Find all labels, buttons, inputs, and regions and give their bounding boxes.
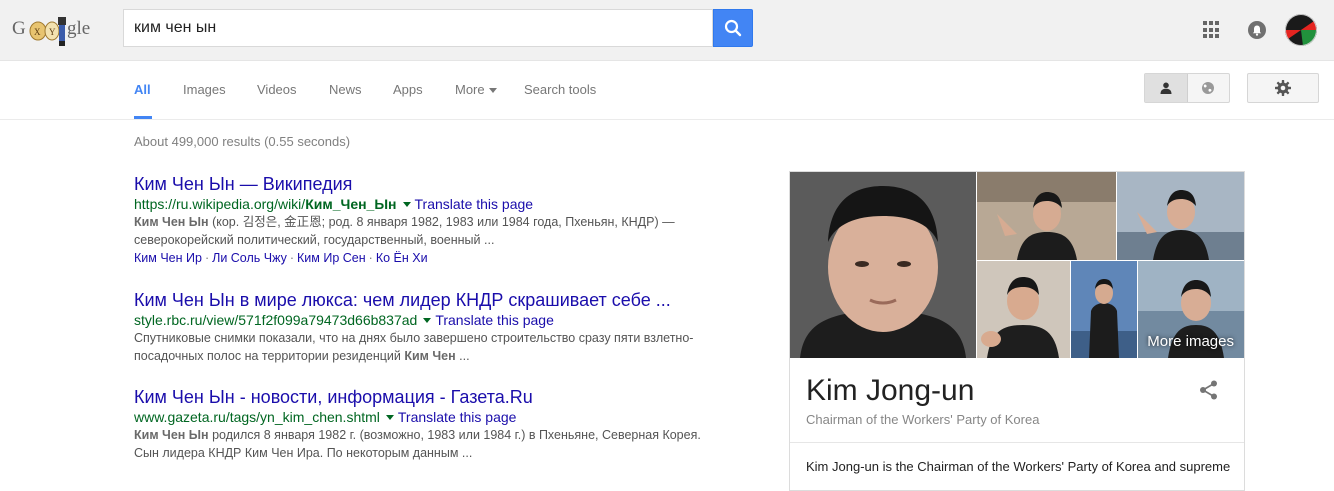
snippet-text: Спутниковые снимки показали, что на днях… <box>134 331 694 345</box>
tab-more[interactable]: More <box>455 82 497 97</box>
snippet-text-2: Сын лидера КНДР Ким Чен Ира. По некоторы… <box>134 446 473 460</box>
knowledge-panel-main-photo[interactable] <box>790 172 976 358</box>
result-title-link[interactable]: Ким Чен Ын - новости, информация - Газет… <box>134 386 774 408</box>
globe-icon <box>1202 82 1215 94</box>
sitelink[interactable]: Ким Ир Сен <box>297 251 366 265</box>
search-tabs: All Images Videos News Apps More Search … <box>0 61 1334 120</box>
tab-more-label: More <box>455 82 485 97</box>
caret-down-icon[interactable] <box>385 414 394 420</box>
doodle-logo[interactable]: G X Y gle <box>12 14 104 48</box>
result-url-text: style.rbc.ru/view/571f2f099a79473d66b837… <box>134 312 418 328</box>
sitelink[interactable]: Ли Соль Чжу <box>212 251 287 265</box>
result-url: www.gazeta.ru/tags/yn_kim_chen.shtml Tran… <box>134 408 774 426</box>
caret-down-icon[interactable] <box>402 201 411 207</box>
separator: · <box>289 251 295 265</box>
personal-results-toggle <box>1144 73 1230 103</box>
top-bar: G X Y gle <box>0 0 1334 61</box>
separator: · <box>204 251 210 265</box>
snippet-end: ... <box>455 349 470 363</box>
snippet-text: родился 8 января 1982 г. (возможно, 1983… <box>208 428 701 442</box>
search-box[interactable] <box>123 9 713 47</box>
settings-button[interactable] <box>1247 73 1319 103</box>
result-url-text: www.gazeta.ru/tags/yn_kim_chen.shtml <box>134 409 380 425</box>
tab-images[interactable]: Images <box>183 82 226 97</box>
chevron-down-icon <box>488 88 497 94</box>
more-images-label[interactable]: More images <box>1147 333 1234 350</box>
tab-news[interactable]: News <box>329 82 362 97</box>
translate-link[interactable]: Translate this page <box>398 409 517 425</box>
search-input[interactable] <box>124 10 684 46</box>
result-title-link[interactable]: Ким Чен Ын в мире люкса: чем лидер КНДР … <box>134 289 774 311</box>
global-results-button[interactable] <box>1188 74 1230 102</box>
svg-text:X: X <box>34 27 41 37</box>
divider <box>790 442 1244 443</box>
caret-down-icon[interactable] <box>423 317 432 323</box>
snippet-bold: Ким Чен Ын <box>134 428 209 442</box>
knowledge-panel-thumb[interactable] <box>977 261 1070 358</box>
avatar-image <box>1285 14 1317 46</box>
snippet-bold: Ким Чен <box>404 349 456 363</box>
knowledge-panel: More images Kim Jong-un Chairman of the … <box>789 171 1245 491</box>
knowledge-panel-thumb[interactable] <box>1117 172 1244 260</box>
result-url: https://ru.wikipedia.org/wiki/Ким_Чен_Ын… <box>134 195 774 213</box>
snippet-bold: Ким Чен Ын <box>134 215 209 229</box>
svg-text:Y: Y <box>49 27 56 37</box>
search-result: Ким Чен Ын - новости, информация - Газет… <box>134 386 774 462</box>
tab-all[interactable]: All <box>134 82 151 97</box>
snippet-text-2: северокорейский политический, государств… <box>134 233 495 247</box>
result-title-link[interactable]: Ким Чен Ын — Википедия <box>134 173 774 195</box>
translate-link[interactable]: Translate this page <box>415 196 534 212</box>
sitelink[interactable]: Ко Ён Хи <box>376 251 428 265</box>
personal-results-button[interactable] <box>1145 74 1188 102</box>
result-snippet: Ким Чен Ын (кор. 김정은, 金正恩; род. 8 января… <box>134 213 774 249</box>
result-snippet: Спутниковые снимки показали, что на днях… <box>134 329 774 365</box>
avatar[interactable] <box>1285 14 1317 46</box>
separator: · <box>368 251 373 265</box>
logo-letter: G <box>12 18 26 39</box>
search-button[interactable] <box>713 9 753 47</box>
knowledge-panel-thumb[interactable] <box>1071 261 1137 358</box>
result-snippet: Ким Чен Ын родился 8 января 1982 г. (воз… <box>134 426 774 462</box>
active-tab-indicator <box>134 116 152 119</box>
snippet-text-2: посадочных полос на территории резиденци… <box>134 349 405 363</box>
knowledge-panel-thumb[interactable]: More images <box>1138 261 1244 358</box>
search-result: Ким Чен Ын — Википедия https://ru.wikipe… <box>134 173 774 267</box>
thumb-photo <box>977 172 1116 260</box>
translate-link[interactable]: Translate this page <box>435 312 554 328</box>
sitelink[interactable]: Ким Чен Ир <box>134 251 202 265</box>
search-icon <box>724 19 742 37</box>
share-icon[interactable] <box>1198 379 1220 401</box>
doodle-figure-icon: X Y <box>29 17 66 46</box>
logo-letters: gle <box>67 18 91 39</box>
tab-search-tools[interactable]: Search tools <box>524 82 596 97</box>
portrait-photo <box>790 172 976 358</box>
gear-icon <box>1275 80 1291 96</box>
entity-description: Kim Jong-un is the Chairman of the Worke… <box>806 459 1231 474</box>
result-url: style.rbc.ru/view/571f2f099a79473d66b837… <box>134 311 774 329</box>
entity-subtitle: Chairman of the Workers' Party of Korea <box>806 412 1040 427</box>
sitelinks: Ким Чен Ир · Ли Соль Чжу · Ким Ир Сен · Ко Ён … <box>134 249 774 267</box>
thumb-photo <box>1071 261 1137 358</box>
knowledge-panel-thumb[interactable] <box>977 172 1116 260</box>
notifications-icon[interactable] <box>1248 21 1266 39</box>
tab-apps[interactable]: Apps <box>393 82 423 97</box>
result-url-prefix: https://ru.wikipedia.org/wiki/ <box>134 196 306 212</box>
snippet-text: (кор. 김정은, 金正恩; род. 8 января 1982, 1983… <box>208 215 675 229</box>
thumb-photo <box>1117 172 1244 260</box>
thumb-photo <box>977 261 1070 358</box>
tab-videos[interactable]: Videos <box>257 82 297 97</box>
bell-icon <box>1252 25 1262 36</box>
search-result: Ким Чен Ын в мире люкса: чем лидер КНДР … <box>134 289 774 365</box>
person-icon <box>1160 82 1172 94</box>
result-url-bold: Ким_Чен_Ын <box>305 196 397 212</box>
share-icon-graphic <box>1200 380 1217 400</box>
apps-grid-icon[interactable] <box>1203 21 1221 39</box>
entity-title: Kim Jong-un <box>806 374 975 407</box>
result-stats: About 499,000 results (0.55 seconds) <box>134 134 351 149</box>
